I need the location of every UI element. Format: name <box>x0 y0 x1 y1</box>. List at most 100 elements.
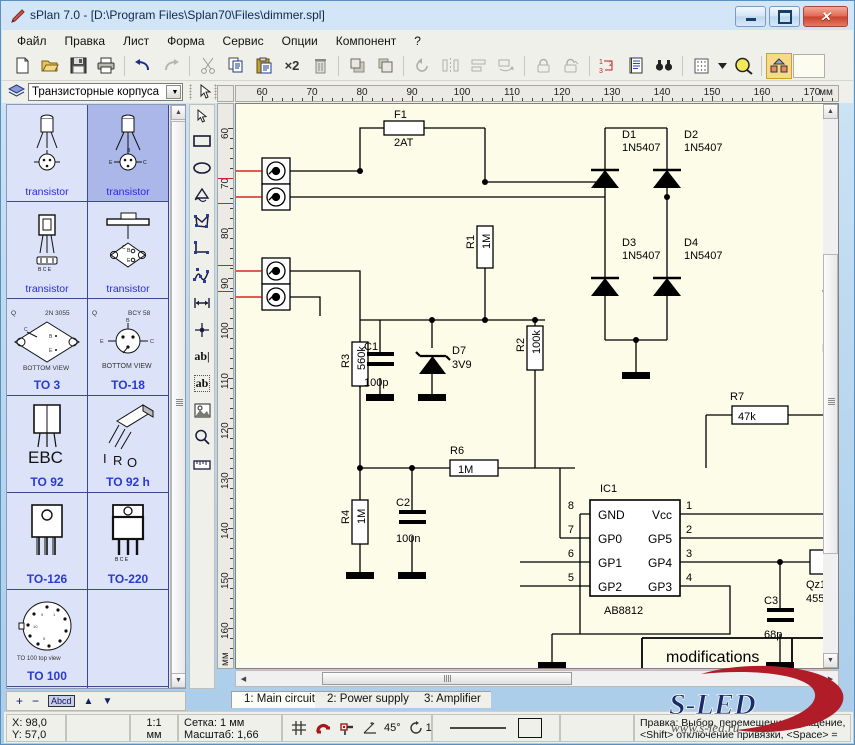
library-item-label: transistor <box>106 186 149 198</box>
rectangle-tool-button[interactable] <box>190 127 214 154</box>
grid-toggle-icon[interactable] <box>291 720 307 736</box>
sheet-tab-1[interactable]: 1: Main circuit <box>231 691 325 708</box>
cut-button[interactable] <box>194 53 222 79</box>
polyline-tool-button[interactable] <box>190 235 214 262</box>
copy-button[interactable] <box>222 53 250 79</box>
magnet-toggle-icon[interactable] <box>315 720 331 736</box>
library-scrollbar[interactable]: ▲ ▼ <box>170 105 185 688</box>
sheet-tab-2[interactable]: 2: Power supply <box>315 691 419 708</box>
move-up-button[interactable]: ▲ <box>84 696 94 707</box>
library-scroll-thumb[interactable] <box>171 121 186 676</box>
menu-item-help[interactable]: ? <box>405 32 430 50</box>
lock-button[interactable] <box>529 53 557 79</box>
open-file-button[interactable] <box>36 53 64 79</box>
unlock-button[interactable] <box>557 53 585 79</box>
redo-button[interactable] <box>157 53 185 79</box>
flip-button[interactable] <box>492 53 520 79</box>
ruler-h-tick <box>782 98 783 101</box>
library-item-to3[interactable]: Q 2N 3055 C B E BOTTOM VIEW TO 3 <box>7 299 88 396</box>
library-selector[interactable]: Транзисторные корпуса ▼ <box>28 83 183 101</box>
library-item-transistor-2[interactable]: B E C transistor <box>88 105 169 202</box>
canvas-scroll-left-button[interactable]: ◀ <box>236 671 251 686</box>
canvas-scroll-down-button[interactable]: ▼ <box>823 653 838 668</box>
grid-settings-button[interactable] <box>687 53 715 79</box>
color-preview[interactable] <box>793 54 825 78</box>
zoom-tool-button[interactable] <box>729 53 757 79</box>
add-component-button[interactable]: + <box>16 694 23 708</box>
pin-toggle-icon[interactable] <box>339 720 355 736</box>
bring-to-front-button[interactable] <box>343 53 371 79</box>
library-item-label: transistor <box>25 186 68 198</box>
dimension-tool-button[interactable] <box>190 289 214 316</box>
duplicate-button[interactable]: ×2 <box>278 53 306 79</box>
menu-item-file[interactable]: Файл <box>8 32 56 50</box>
polygon-tool-button[interactable] <box>190 208 214 235</box>
ruler-tool-button[interactable] <box>190 451 214 478</box>
sheet-tab-3[interactable]: 3: Amplifier <box>412 691 491 708</box>
chevron-down-icon[interactable]: ▼ <box>166 85 181 99</box>
library-item-empty-3[interactable] <box>88 687 169 689</box>
ellipse-tool-button[interactable] <box>190 154 214 181</box>
library-item-to92h[interactable]: I R O TO 92 h <box>88 396 169 493</box>
canvas-hscroll-thumb[interactable] <box>322 672 572 685</box>
angle-45-toggle[interactable]: 45° <box>363 721 401 735</box>
menu-item-sheet[interactable]: Лист <box>114 32 158 50</box>
find-button[interactable] <box>650 53 678 79</box>
paste-button[interactable] <box>250 53 278 79</box>
remove-component-button[interactable]: − <box>32 694 39 708</box>
library-item-to100[interactable]: 9 1 10 5 TO 100 top view TO 100 <box>7 590 88 687</box>
canvas-scroll-right-button[interactable]: ▶ <box>823 671 838 686</box>
library-item-empty-2[interactable] <box>7 687 88 689</box>
print-button[interactable] <box>92 53 120 79</box>
image-tool-button[interactable] <box>190 397 214 424</box>
canvas-scroll-thumb[interactable] <box>823 254 838 554</box>
textbox-tool-button[interactable]: ab <box>190 370 214 397</box>
library-item-transistor-1[interactable]: transistor <box>7 105 88 202</box>
menu-item-component[interactable]: Компонент <box>327 32 406 50</box>
canvas-vertical-scrollbar[interactable]: ▲ ▼ <box>823 104 838 668</box>
rotate-button[interactable] <box>408 53 436 79</box>
scroll-down-button[interactable]: ▼ <box>171 673 186 688</box>
line-style-display[interactable] <box>432 714 560 742</box>
rename-component-button[interactable]: Abcd <box>48 695 75 707</box>
move-down-button[interactable]: ▼ <box>102 696 112 707</box>
save-file-button[interactable] <box>64 53 92 79</box>
canvas-scroll-up-button[interactable]: ▲ <box>823 104 838 119</box>
library-item-to126[interactable]: TO-126 <box>7 493 88 590</box>
library-item-to18[interactable]: Q BCY 58 B E C BOTTOM VIEW TO-18 <box>88 299 169 396</box>
bezier-tool-button[interactable] <box>190 262 214 289</box>
align-button[interactable] <box>464 53 492 79</box>
library-item-empty[interactable] <box>88 590 169 687</box>
delete-button[interactable] <box>306 53 334 79</box>
library-toggle-button[interactable] <box>766 53 792 79</box>
text-tool-button[interactable]: ab| <box>190 343 214 370</box>
library-item-to92[interactable]: EBC TO 92 <box>7 396 88 493</box>
new-file-button[interactable] <box>8 53 36 79</box>
parts-list-button[interactable] <box>622 53 650 79</box>
menu-item-edit[interactable]: Правка <box>56 32 115 50</box>
scroll-up-button[interactable]: ▲ <box>171 105 186 120</box>
zoom-tool-palette-button[interactable] <box>190 424 214 451</box>
library-item-to220[interactable]: B C E TO-220 <box>88 493 169 590</box>
special-shape-tool-button[interactable] <box>190 181 214 208</box>
grid-dropdown-button[interactable] <box>715 53 729 79</box>
undo-button[interactable] <box>129 53 157 79</box>
label-r6: R6 <box>450 445 464 457</box>
numbering-button[interactable]: 123 <box>594 53 622 79</box>
point-tool-button[interactable] <box>190 316 214 343</box>
canvas-horizontal-scrollbar[interactable]: ◀ ▶ <box>235 670 839 687</box>
menu-item-form[interactable]: Форма <box>158 32 213 50</box>
menu-item-options[interactable]: Опции <box>273 32 327 50</box>
close-button[interactable]: ✕ <box>803 6 848 27</box>
select-tool-button[interactable] <box>190 105 214 127</box>
component-library-panel[interactable]: transistor B E C transistor <box>6 104 186 689</box>
send-to-back-button[interactable] <box>371 53 399 79</box>
library-item-transistor-4[interactable]: C B E transistor <box>88 202 169 299</box>
maximize-button[interactable] <box>769 6 800 27</box>
library-item-transistor-3[interactable]: B C E transistor <box>7 202 88 299</box>
menu-item-service[interactable]: Сервис <box>214 32 273 50</box>
minimize-button[interactable] <box>735 6 766 27</box>
select-arrow-button[interactable] <box>195 81 215 102</box>
mirror-horizontal-button[interactable] <box>436 53 464 79</box>
schematic-canvas[interactable]: F1 2AT D1 1N5407 D2 1N5407 D3 1N5407 D4 … <box>235 103 839 669</box>
